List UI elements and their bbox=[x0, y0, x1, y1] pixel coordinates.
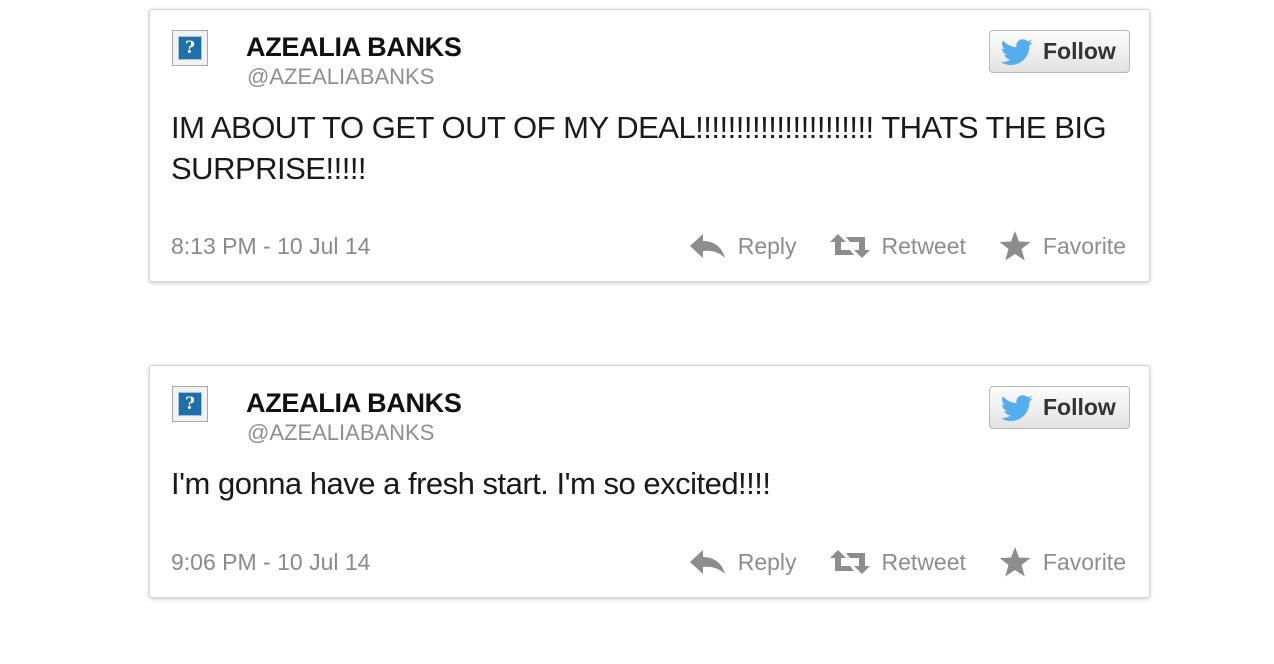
star-icon bbox=[999, 231, 1031, 261]
broken-image-question-icon: ? bbox=[178, 36, 202, 60]
author-name[interactable]: AZEALIA BANKS bbox=[246, 32, 462, 63]
reply-button[interactable]: Reply bbox=[689, 549, 797, 576]
broken-image-question-icon: ? bbox=[178, 392, 202, 416]
tweet-actions: Reply Retweet Favorite bbox=[689, 231, 1126, 261]
reply-arrow-icon bbox=[689, 550, 725, 574]
avatar[interactable]: ? bbox=[172, 30, 208, 66]
favorite-button[interactable]: Favorite bbox=[999, 547, 1126, 577]
author-handle[interactable]: @AZEALIABANKS bbox=[247, 64, 434, 90]
retweet-icon bbox=[829, 550, 870, 574]
twitter-bird-icon bbox=[1001, 38, 1033, 65]
tweet-text: IM ABOUT TO GET OUT OF MY DEAL!!!!!!!!!!… bbox=[171, 110, 1107, 186]
retweet-icon bbox=[829, 234, 870, 258]
retweet-label: Retweet bbox=[881, 548, 966, 575]
follow-button[interactable]: Follow bbox=[989, 386, 1130, 429]
twitter-bird-icon bbox=[1001, 394, 1033, 421]
favorite-label: Favorite bbox=[1042, 548, 1126, 575]
tweet-card: ? AZEALIA BANKS @AZEALIABANKS Follow I'm… bbox=[149, 365, 1150, 598]
favorite-button[interactable]: Favorite bbox=[999, 231, 1126, 261]
author-handle[interactable]: @AZEALIABANKS bbox=[247, 420, 434, 446]
favorite-label: Favorite bbox=[1042, 232, 1126, 259]
reply-arrow-icon bbox=[689, 234, 725, 258]
tweet-timestamp[interactable]: 8:13 PM - 10 Jul 14 bbox=[171, 233, 370, 260]
tweet-actions: Reply Retweet Favorite bbox=[689, 547, 1126, 577]
tweet-card: ? AZEALIA BANKS @AZEALIABANKS Follow IM … bbox=[149, 9, 1150, 282]
follow-label: Follow bbox=[1043, 394, 1116, 420]
follow-button[interactable]: Follow bbox=[989, 30, 1130, 73]
follow-label: Follow bbox=[1043, 38, 1116, 64]
tweet-timestamp[interactable]: 9:06 PM - 10 Jul 14 bbox=[171, 549, 370, 576]
reply-label: Reply bbox=[737, 548, 797, 575]
retweet-label: Retweet bbox=[881, 232, 966, 259]
reply-button[interactable]: Reply bbox=[689, 233, 797, 260]
tweet-text: I'm gonna have a fresh start. I'm so exc… bbox=[171, 466, 771, 501]
reply-label: Reply bbox=[737, 232, 797, 259]
retweet-button[interactable]: Retweet bbox=[829, 548, 966, 576]
author-name[interactable]: AZEALIA BANKS bbox=[246, 388, 462, 419]
retweet-button[interactable]: Retweet bbox=[829, 232, 966, 260]
avatar[interactable]: ? bbox=[172, 386, 208, 422]
star-icon bbox=[999, 547, 1031, 577]
